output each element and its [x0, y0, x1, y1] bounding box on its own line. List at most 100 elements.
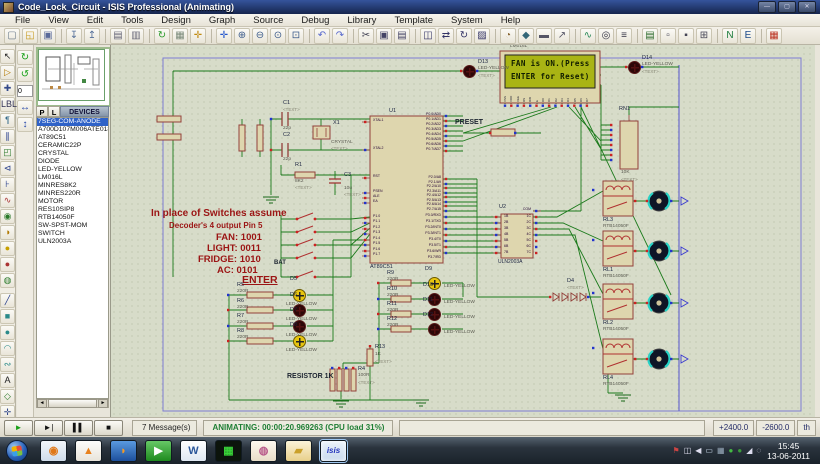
- new-file-icon[interactable]: [4, 27, 20, 44]
- tray-volume-icon[interactable]: [695, 446, 701, 456]
- 2d-symbol-icon[interactable]: [0, 389, 15, 404]
- scroll-right-arrow-icon[interactable]: ►: [98, 399, 108, 408]
- edit-window[interactable]: FAN is ON.(Press ENTER for Reset) In pla…: [110, 45, 815, 417]
- relay-rl3[interactable]: [602, 180, 634, 217]
- device-item[interactable]: A700D107M006ATE018: [37, 126, 108, 134]
- tray-update-icon[interactable]: [737, 446, 742, 456]
- current-probe-icon[interactable]: [0, 256, 15, 272]
- voltage-probe-icon[interactable]: [0, 240, 15, 256]
- copy-icon[interactable]: [376, 27, 392, 44]
- close-button[interactable]: [798, 1, 816, 13]
- motor-fan[interactable]: [647, 190, 671, 212]
- device-item[interactable]: ULN2003A: [37, 238, 108, 246]
- device-item[interactable]: LM016L: [37, 174, 108, 182]
- devices-scrollbar[interactable]: ◄ ►: [36, 399, 109, 408]
- step-button[interactable]: [34, 419, 63, 436]
- device-item[interactable]: CERAMIC22P: [37, 142, 108, 150]
- device-item[interactable]: CRYSTAL: [37, 150, 108, 158]
- 2d-box-icon[interactable]: [0, 309, 15, 324]
- cut-icon[interactable]: [353, 27, 374, 44]
- zoom-area-icon[interactable]: [288, 27, 304, 44]
- electrical-check-icon[interactable]: [740, 27, 756, 44]
- text-script-icon[interactable]: [0, 112, 15, 128]
- 2d-text-icon[interactable]: [0, 373, 15, 388]
- rotation-angle-field[interactable]: [17, 85, 33, 97]
- motor-ac[interactable]: [647, 348, 671, 370]
- device-item[interactable]: 7SEG-COM-ANODE: [37, 118, 108, 126]
- remove-sheet-icon[interactable]: [678, 27, 694, 44]
- input-switches[interactable]: [295, 212, 317, 279]
- relay-rl2[interactable]: [602, 283, 634, 320]
- menu-item[interactable]: Template: [385, 15, 442, 26]
- generator-mode-icon[interactable]: [0, 224, 15, 240]
- stop-button[interactable]: [94, 419, 123, 436]
- device-item[interactable]: LED-YELLOW: [37, 166, 108, 174]
- goto-sheet-icon[interactable]: [696, 27, 712, 44]
- device-item[interactable]: RTB14050F: [37, 214, 108, 222]
- search-tag-icon[interactable]: [598, 27, 614, 44]
- device-item[interactable]: SWITCH: [37, 230, 108, 238]
- menu-item[interactable]: File: [6, 15, 39, 26]
- tray-display-icon[interactable]: [705, 446, 713, 456]
- tray-network-icon[interactable]: [746, 446, 752, 456]
- block-move-icon[interactable]: [438, 27, 454, 44]
- taskbar-word[interactable]: [180, 439, 207, 462]
- scroll-left-arrow-icon[interactable]: ◄: [37, 399, 47, 408]
- device-item[interactable]: AT89C51: [37, 134, 108, 142]
- menu-item[interactable]: Tools: [112, 15, 152, 26]
- zoom-in-icon[interactable]: [234, 27, 250, 44]
- motor-fridge[interactable]: [647, 292, 671, 314]
- virtual-instruments-icon[interactable]: [0, 272, 15, 288]
- device-item[interactable]: MOTOR: [37, 198, 108, 206]
- menu-item[interactable]: System: [442, 15, 492, 26]
- pan-icon[interactable]: [211, 27, 232, 44]
- bus-mode-icon[interactable]: [0, 128, 15, 144]
- taskbar-explorer[interactable]: [285, 439, 312, 462]
- 2d-path-icon[interactable]: [0, 357, 15, 372]
- rotate-ccw-button[interactable]: [17, 67, 33, 82]
- crystal-x1[interactable]: [312, 125, 331, 140]
- junction-dot-icon[interactable]: [0, 80, 15, 96]
- rn1-respack[interactable]: [619, 115, 639, 170]
- taskbar-vlc[interactable]: [75, 439, 102, 462]
- menu-item[interactable]: Graph: [200, 15, 244, 26]
- scrollbar-thumb[interactable]: [48, 399, 97, 408]
- property-assignment-icon[interactable]: [616, 27, 632, 44]
- resistors-r5-r8[interactable]: [246, 291, 274, 345]
- open-folder-icon[interactable]: [22, 27, 38, 44]
- pause-button[interactable]: [64, 419, 93, 436]
- packaging-tool-icon[interactable]: [536, 27, 552, 44]
- tray-antivirus-icon[interactable]: [729, 446, 734, 456]
- mark-print-area-icon[interactable]: [128, 27, 144, 44]
- tray-window-icon[interactable]: [684, 446, 692, 456]
- menu-item[interactable]: Design: [152, 15, 200, 26]
- preset-resistor[interactable]: [490, 128, 516, 137]
- capacitor-c2[interactable]: [281, 143, 289, 157]
- overview-window[interactable]: [36, 47, 111, 107]
- taskbar-isis[interactable]: [320, 439, 347, 462]
- wire-autorouter-icon[interactable]: [575, 27, 596, 44]
- menu-item[interactable]: Help: [492, 15, 530, 26]
- 2d-arc-icon[interactable]: [0, 341, 15, 356]
- resistor-r1[interactable]: [294, 171, 316, 179]
- rotate-cw-button[interactable]: [17, 50, 33, 65]
- taskbar-media-player[interactable]: [40, 439, 67, 462]
- tray-message-icon[interactable]: [756, 446, 761, 456]
- device-item[interactable]: SW-SPST-MOM: [37, 222, 108, 230]
- device-item[interactable]: RES10SIP8: [37, 206, 108, 214]
- subcircuit-icon[interactable]: [0, 144, 15, 160]
- undo-icon[interactable]: [309, 27, 330, 44]
- design-explorer-icon[interactable]: [637, 27, 658, 44]
- minimize-button[interactable]: [758, 1, 776, 13]
- netlist-to-ares-icon[interactable]: [761, 27, 782, 44]
- 2d-circle-icon[interactable]: [0, 325, 15, 340]
- capacitor-c3[interactable]: [329, 178, 341, 184]
- device-pin-icon[interactable]: [0, 176, 15, 192]
- pick-parts-icon[interactable]: [495, 27, 516, 44]
- wire-label-icon[interactable]: [0, 96, 15, 112]
- block-rotate-icon[interactable]: [456, 27, 472, 44]
- redraw-icon[interactable]: [149, 27, 170, 44]
- motor-light[interactable]: [647, 240, 671, 262]
- title-bar[interactable]: Code_Lock_Circuit - ISIS Professional (A…: [0, 0, 820, 14]
- print-icon[interactable]: [105, 27, 126, 44]
